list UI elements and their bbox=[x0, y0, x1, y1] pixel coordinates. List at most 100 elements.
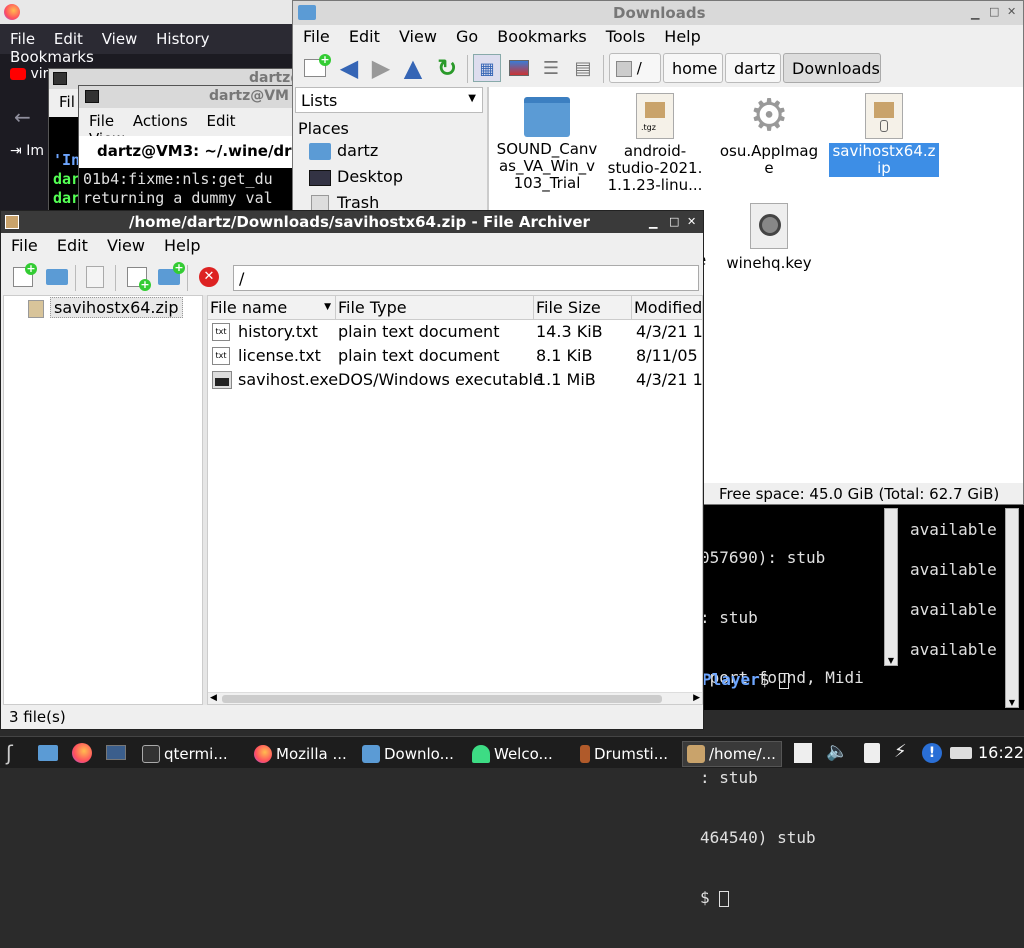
add-folder-button[interactable]: + bbox=[155, 262, 185, 291]
clock[interactable]: 16:22 bbox=[978, 743, 1024, 762]
file-item-selected[interactable]: savihostx64.z ip bbox=[829, 93, 939, 177]
scroll-left-icon[interactable]: ◀ bbox=[210, 693, 217, 703]
qterminal-tab[interactable]: dartz@VM3: ~/.wine/dr bbox=[79, 136, 297, 168]
task-downloads[interactable]: Downlo... bbox=[362, 741, 470, 767]
ar-menu-edit[interactable]: Edit bbox=[57, 236, 88, 255]
scroll-right-icon[interactable]: ▶ bbox=[693, 693, 700, 703]
horizontal-scrollbar[interactable]: ◀ ▶ bbox=[208, 692, 702, 704]
open-archive-button[interactable] bbox=[43, 263, 71, 291]
scroll-thumb[interactable] bbox=[222, 695, 662, 703]
youtube-icon bbox=[10, 68, 26, 80]
file-item[interactable]: winehq.key bbox=[715, 203, 823, 272]
terminal-icon bbox=[142, 745, 160, 763]
show-desktop-icon[interactable] bbox=[106, 745, 126, 760]
ar-menu-file[interactable]: File bbox=[11, 236, 38, 255]
firefox-import-bookmarks[interactable]: ⇥ Im bbox=[10, 143, 44, 159]
firefox-menu-edit[interactable]: Edit bbox=[54, 30, 83, 48]
thumbnail-view-button[interactable] bbox=[505, 54, 533, 82]
terminal-right-scrollbar[interactable]: ▼ bbox=[884, 508, 898, 666]
ar-menu-help[interactable]: Help bbox=[164, 236, 200, 255]
table-row[interactable]: txt license.txt plain text document 8.1 … bbox=[208, 344, 702, 368]
file-item[interactable]: ⚙ osu.AppImag e bbox=[715, 93, 823, 177]
volume-icon[interactable]: 🔈 bbox=[826, 741, 848, 762]
tree-item[interactable]: savihostx64.zip bbox=[28, 297, 183, 318]
firefox-menu-view[interactable]: View bbox=[102, 30, 138, 48]
close-icon[interactable]: ✕ bbox=[1007, 5, 1016, 18]
minimize-icon[interactable]: ▁ bbox=[649, 216, 657, 229]
table-row[interactable]: txt history.txt plain text document 14.3… bbox=[208, 320, 702, 344]
fm-menu-bookmarks[interactable]: Bookmarks bbox=[497, 27, 586, 46]
new-archive-button[interactable]: + bbox=[9, 263, 37, 291]
fm-menu-edit[interactable]: Edit bbox=[349, 27, 380, 46]
location-input-value: / bbox=[239, 269, 245, 288]
notes-icon[interactable] bbox=[794, 743, 812, 763]
new-tab-button[interactable]: + bbox=[301, 54, 331, 82]
fm-menu-go[interactable]: Go bbox=[456, 27, 478, 46]
back-button[interactable]: ◀ bbox=[335, 54, 363, 82]
column-header-size[interactable]: File Size bbox=[534, 296, 632, 320]
ar-menu-view[interactable]: View bbox=[107, 236, 145, 255]
column-header-modified[interactable]: Modified bbox=[632, 296, 702, 320]
column-header-type[interactable]: File Type bbox=[336, 296, 534, 320]
info-icon[interactable]: ! bbox=[922, 743, 942, 763]
maximize-icon[interactable]: □ bbox=[669, 215, 679, 228]
scroll-down-icon[interactable]: ▼ bbox=[885, 656, 897, 665]
sidebar-item-desktop[interactable]: Desktop bbox=[309, 167, 403, 186]
back-arrow-icon[interactable]: ← bbox=[14, 105, 31, 129]
terminal-prompt-line: $ bbox=[700, 888, 890, 908]
detailed-view-icon: ▤ bbox=[574, 57, 592, 79]
qterminal-menu-file[interactable]: File bbox=[89, 112, 114, 130]
network-icon[interactable]: ⚡ bbox=[894, 741, 907, 762]
cell-modified: 8/11/05 2 bbox=[636, 346, 702, 365]
close-icon[interactable]: ✕ bbox=[687, 215, 696, 228]
column-header-name[interactable]: File name ▼ bbox=[208, 296, 336, 320]
detailed-view-button[interactable]: ▤ bbox=[569, 54, 597, 82]
clipboard-icon[interactable] bbox=[864, 743, 880, 763]
scroll-down-icon[interactable]: ▼ bbox=[1006, 698, 1018, 707]
file-item[interactable]: SOUND_Canv as_VA_Win_v 103_Trial bbox=[493, 93, 601, 192]
up-button[interactable]: ▲ bbox=[399, 54, 427, 82]
icon-view-button[interactable]: ▦ bbox=[473, 54, 501, 82]
path-segment-dartz[interactable]: dartz bbox=[725, 53, 781, 83]
firefox-launcher-icon[interactable] bbox=[72, 743, 92, 763]
qterminal-back-menu-file[interactable]: Fil bbox=[59, 93, 75, 111]
forward-button[interactable]: ▶ bbox=[367, 54, 395, 82]
fm-menu-view[interactable]: View bbox=[399, 27, 437, 46]
taskbar: ʃ qtermi... Mozilla ... Downlo... Welco.… bbox=[0, 736, 1024, 768]
firefox-menu-history[interactable]: History bbox=[156, 30, 209, 48]
fm-menu-file[interactable]: File bbox=[303, 27, 330, 46]
qterminal-menu-actions[interactable]: Actions bbox=[133, 112, 188, 130]
minimize-icon[interactable]: ▁ bbox=[971, 7, 979, 20]
column-header-label: File name bbox=[210, 298, 288, 317]
fm-menu-help[interactable]: Help bbox=[664, 27, 700, 46]
location-input[interactable]: / bbox=[233, 265, 699, 291]
task-qterminal[interactable]: qtermi... bbox=[142, 741, 252, 767]
file-item[interactable]: .tgz android- studio-2021. 1.1.23-linu..… bbox=[601, 93, 709, 194]
cell-type: plain text document bbox=[338, 322, 500, 341]
firefox-menu-file[interactable]: File bbox=[10, 30, 35, 48]
sidebar-mode-select[interactable]: Lists ▼ bbox=[295, 87, 483, 113]
maximize-icon[interactable]: □ bbox=[989, 5, 999, 18]
path-segment-downloads[interactable]: Downloads bbox=[783, 53, 881, 83]
compact-view-button[interactable]: ☰ bbox=[537, 54, 565, 82]
start-menu-icon[interactable]: ʃ bbox=[6, 741, 13, 765]
reload-button[interactable]: ↻ bbox=[433, 54, 461, 82]
qterminal-menu-edit[interactable]: Edit bbox=[206, 112, 235, 130]
path-segment-home[interactable]: home bbox=[663, 53, 723, 83]
add-files-button[interactable]: + bbox=[123, 263, 151, 291]
table-row[interactable]: savihost.exe DOS/Windows executable 1.1 … bbox=[208, 368, 702, 392]
task-archiver[interactable]: /home/... bbox=[682, 741, 782, 767]
terminal-right-scrollbar-2[interactable]: ▼ bbox=[1005, 508, 1019, 708]
fm-menu-tools[interactable]: Tools bbox=[606, 27, 645, 46]
sidebar-item-dartz[interactable]: dartz bbox=[309, 141, 378, 160]
cell-size: 8.1 KiB bbox=[536, 346, 593, 365]
task-firefox[interactable]: Mozilla ... bbox=[254, 741, 360, 767]
task-android[interactable]: Welco... bbox=[472, 741, 580, 767]
file-manager-launcher-icon[interactable] bbox=[38, 745, 58, 761]
task-drumstick[interactable]: Drumsti... bbox=[580, 741, 680, 767]
delete-button[interactable]: ✕ bbox=[195, 263, 223, 291]
keyboard-icon[interactable] bbox=[950, 747, 972, 759]
path-segment-root[interactable]: / bbox=[609, 53, 661, 83]
tree-item-label: savihostx64.zip bbox=[50, 297, 183, 318]
extract-button[interactable] bbox=[81, 263, 109, 291]
